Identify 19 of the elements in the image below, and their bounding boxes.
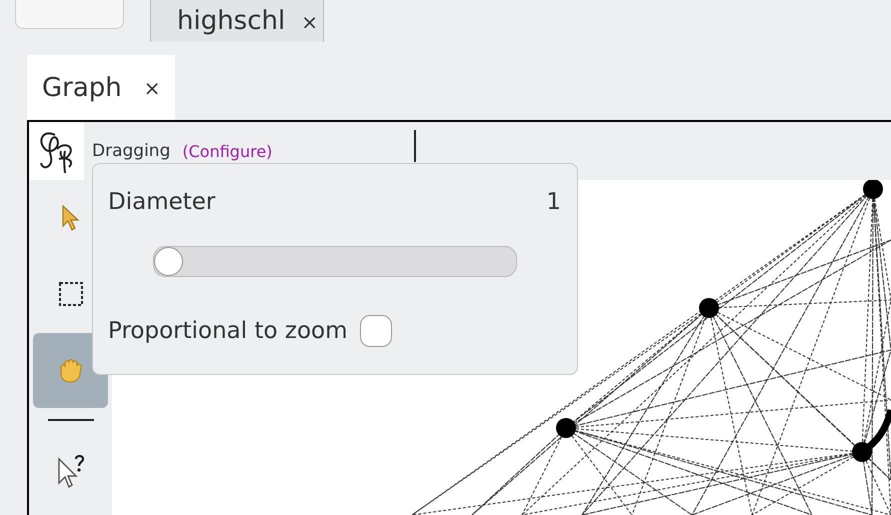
graph-node — [556, 418, 576, 438]
dashed-rectangle-icon — [58, 281, 84, 307]
pointer-icon — [60, 204, 80, 232]
diameter-label: Diameter — [108, 189, 216, 215]
mode-label: Dragging — [92, 141, 170, 161]
document-tab[interactable]: highschl × — [150, 0, 324, 42]
diameter-value: 1 — [546, 189, 561, 215]
graph-tab[interactable]: Graph × — [27, 55, 175, 120]
logo-icon — [29, 122, 84, 180]
graph-node — [863, 180, 883, 199]
proportional-checkbox[interactable] — [360, 315, 392, 347]
diameter-slider[interactable] — [153, 246, 517, 277]
slider-thumb[interactable] — [154, 247, 183, 276]
help-pointer-icon — [56, 453, 86, 489]
proportional-label: Proportional to zoom — [108, 318, 348, 344]
configure-link[interactable]: (Configure) — [182, 142, 272, 160]
graph-node — [699, 298, 719, 318]
graph-node — [852, 442, 872, 462]
empty-tab[interactable] — [15, 0, 124, 29]
